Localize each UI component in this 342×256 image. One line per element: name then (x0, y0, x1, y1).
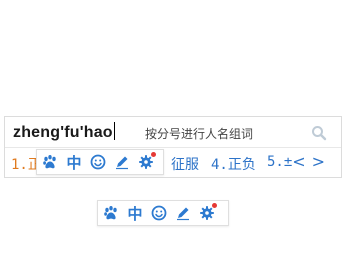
page-prev-button[interactable]: < (292, 152, 311, 171)
pen-icon[interactable] (174, 204, 192, 222)
notification-dot (212, 203, 217, 208)
ime-toolbar: 中 (97, 200, 229, 226)
emoji-icon[interactable] (150, 204, 168, 222)
search-icon[interactable] (311, 125, 327, 141)
pen-icon[interactable] (113, 153, 131, 171)
page-arrows: <> (292, 152, 331, 171)
hint-text: 按分号进行人名组词 (145, 127, 254, 141)
composition-row: zheng'fu'hao 按分号进行人名组词 (5, 117, 341, 148)
ime-toolbar-overlay: 中 (36, 149, 164, 175)
gear-icon[interactable] (137, 152, 156, 171)
emoji-icon[interactable] (89, 153, 107, 171)
paw-icon[interactable] (102, 204, 120, 222)
page-next-button[interactable]: > (312, 152, 331, 171)
paw-icon[interactable] (41, 153, 59, 171)
composition-text: zheng'fu'hao (13, 122, 115, 142)
gear-icon[interactable] (198, 203, 217, 222)
composition-string: zheng'fu'hao (13, 124, 113, 141)
candidate-4[interactable]: 4.正负 (211, 154, 256, 174)
chinese-mode-toggle[interactable]: 中 (65, 153, 83, 172)
chinese-mode-toggle[interactable]: 中 (126, 204, 144, 223)
notification-dot (151, 152, 156, 157)
text-caret (113, 122, 115, 140)
candidate-5[interactable]: 5.± (267, 154, 292, 170)
candidate-3[interactable]: 征服 (171, 154, 199, 174)
